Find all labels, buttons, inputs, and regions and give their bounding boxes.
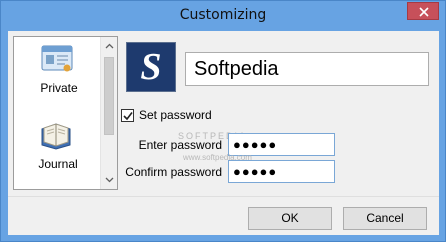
- sidebar-item-label: Private: [40, 81, 78, 95]
- checkmark-icon: [123, 112, 133, 121]
- category-list[interactable]: Private Journal: [13, 36, 118, 190]
- sidebar-item-label: Journal: [38, 157, 78, 171]
- private-profile-icon: [41, 45, 73, 72]
- ok-button[interactable]: OK: [248, 207, 332, 230]
- scroll-up-arrow-icon[interactable]: [105, 42, 114, 51]
- sidebar-item-private[interactable]: Private: [18, 40, 98, 98]
- close-icon: [419, 7, 429, 17]
- set-password-label: Set password: [139, 108, 212, 122]
- dialog-body: Private Journal S Softpedia Set password…: [8, 31, 439, 235]
- profile-avatar[interactable]: S: [126, 42, 176, 92]
- dialog-footer: OK Cancel: [8, 196, 439, 235]
- cancel-button[interactable]: Cancel: [343, 207, 427, 230]
- window-title: Customizing: [179, 7, 267, 23]
- customizing-window: Customizing Private Journal S Softpedia …: [0, 0, 446, 242]
- confirm-password-label: Confirm password: [125, 165, 222, 179]
- profile-name-input[interactable]: [185, 52, 429, 86]
- set-password-checkbox[interactable]: [121, 109, 134, 122]
- close-button[interactable]: [407, 2, 439, 20]
- journal-book-icon: [41, 123, 71, 150]
- scroll-down-arrow-icon[interactable]: [105, 175, 114, 184]
- confirm-password-input[interactable]: [228, 160, 335, 183]
- sidebar-item-journal[interactable]: Journal: [18, 115, 98, 175]
- scroll-thumb[interactable]: [104, 57, 114, 135]
- avatar-letter: S: [140, 46, 162, 88]
- title-bar[interactable]: Customizing: [1, 1, 445, 31]
- sidebar-scrollbar[interactable]: [100, 37, 117, 189]
- enter-password-label: Enter password: [138, 138, 222, 152]
